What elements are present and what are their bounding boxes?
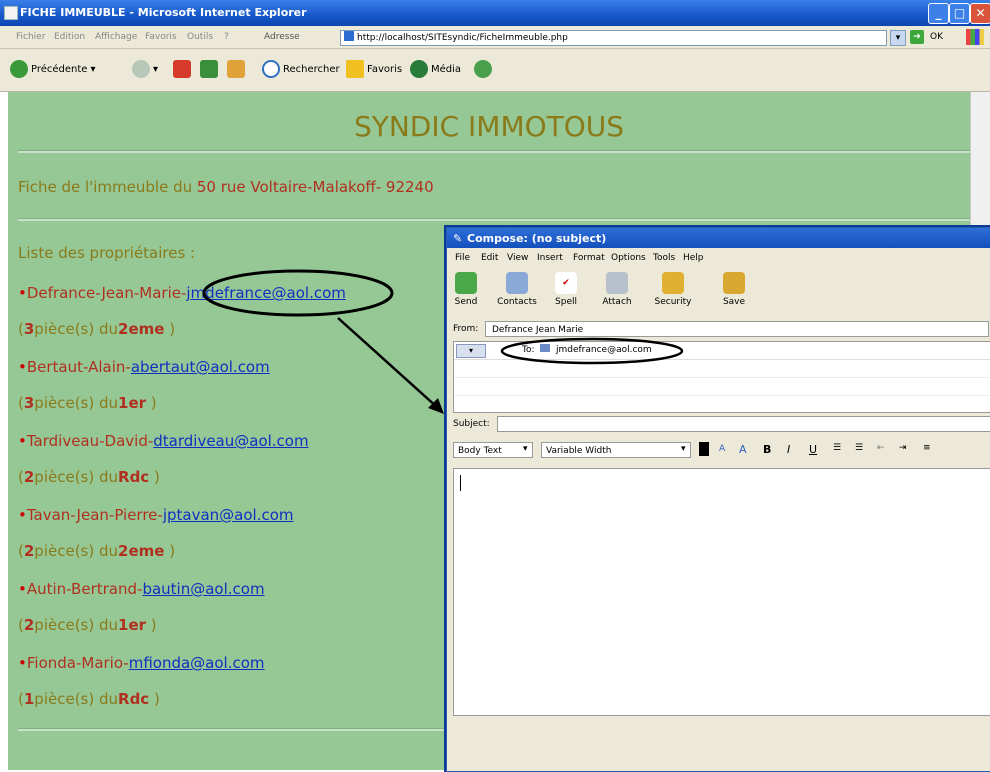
from-label: From: bbox=[453, 324, 479, 334]
align-icon[interactable]: ≡ bbox=[923, 443, 931, 453]
send-icon bbox=[455, 272, 477, 294]
compose-title: Compose: (no subject) bbox=[467, 232, 607, 245]
numbered-list-icon[interactable]: ☰ bbox=[855, 443, 863, 453]
lock-icon bbox=[662, 272, 684, 294]
to-highlight-ellipse bbox=[500, 337, 684, 365]
compose-menu-file[interactable]: File bbox=[455, 253, 470, 263]
security-label: Security bbox=[654, 297, 692, 307]
save-button[interactable]: Save bbox=[719, 272, 749, 307]
compose-menu-edit[interactable]: Edit bbox=[481, 253, 498, 263]
italic-button[interactable]: I bbox=[787, 443, 790, 456]
chevron-down-icon: ▾ bbox=[523, 444, 528, 454]
underline-button[interactable]: U bbox=[809, 443, 817, 456]
font-select[interactable]: Variable Width bbox=[541, 442, 691, 458]
attach-label: Attach bbox=[602, 297, 632, 307]
compose-menu-insert[interactable]: Insert bbox=[537, 253, 563, 263]
format-toolbar: Body Text ▾ Variable Width ▾ A A B I U ☰… bbox=[453, 440, 990, 462]
font-size-up-icon[interactable]: A bbox=[739, 443, 747, 456]
spell-button[interactable]: ✔ Spell bbox=[551, 272, 581, 307]
compose-menu-help[interactable]: Help bbox=[683, 253, 704, 263]
recipient-row[interactable] bbox=[454, 378, 990, 396]
contacts-icon bbox=[506, 272, 528, 294]
recipient-type-dropdown[interactable]: ▾ bbox=[456, 344, 486, 358]
compose-status-bar bbox=[453, 718, 990, 768]
chevron-down-icon: ▾ bbox=[681, 444, 686, 454]
email-highlight-ellipse bbox=[202, 269, 394, 317]
font-size-down-icon[interactable]: A bbox=[719, 444, 725, 454]
subject-label: Subject: bbox=[453, 419, 490, 429]
message-body[interactable] bbox=[453, 468, 990, 716]
contacts-label: Contacts bbox=[497, 297, 537, 307]
paperclip-icon bbox=[606, 272, 628, 294]
outdent-icon[interactable]: ⇤ bbox=[877, 443, 885, 453]
send-label: Send bbox=[454, 297, 478, 307]
compose-menu-options[interactable]: Options bbox=[611, 253, 646, 263]
compose-menu-tools[interactable]: Tools bbox=[653, 253, 675, 263]
send-button[interactable]: Send bbox=[451, 272, 481, 307]
compose-menu-view[interactable]: View bbox=[507, 253, 528, 263]
save-label: Save bbox=[722, 297, 746, 307]
compose-app-icon: ✎ bbox=[453, 232, 463, 245]
bullet-list-icon[interactable]: ☰ bbox=[833, 443, 841, 453]
spell-icon: ✔ bbox=[555, 272, 577, 294]
save-icon bbox=[723, 272, 745, 294]
subject-row: Subject: bbox=[453, 416, 990, 434]
contacts-button[interactable]: Contacts bbox=[495, 272, 539, 307]
annotation-arrow bbox=[337, 317, 439, 409]
spell-label: Spell bbox=[555, 297, 577, 307]
from-field[interactable]: Defrance Jean Marie bbox=[485, 321, 989, 337]
paragraph-style-select[interactable]: Body Text bbox=[453, 442, 533, 458]
security-button[interactable]: Security bbox=[651, 272, 695, 307]
text-cursor bbox=[460, 475, 461, 491]
compose-window: ✎ Compose: (no subject) File Edit View I… bbox=[446, 227, 990, 772]
indent-icon[interactable]: ⇥ bbox=[899, 443, 907, 453]
compose-title-bar: ✎ Compose: (no subject) bbox=[447, 228, 990, 248]
compose-menu-bar: File Edit View Insert Format Options Too… bbox=[447, 249, 990, 267]
text-color-icon[interactable] bbox=[699, 442, 709, 456]
compose-toolbar: Send Contacts ✔ Spell Attach Security Sav… bbox=[447, 268, 990, 318]
subject-input[interactable] bbox=[497, 416, 990, 432]
compose-menu-format[interactable]: Format bbox=[573, 253, 605, 263]
bold-button[interactable]: B bbox=[763, 443, 771, 456]
attach-button[interactable]: Attach bbox=[599, 272, 635, 307]
